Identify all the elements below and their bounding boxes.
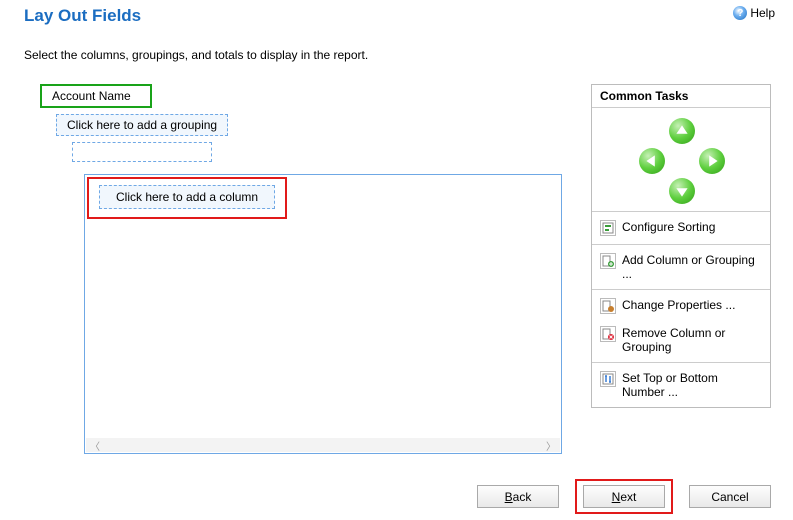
- horizontal-scrollbar[interactable]: 〈 〉: [86, 438, 560, 452]
- configure-sorting-label: Configure Sorting: [622, 220, 715, 234]
- add-column-highlight: Click here to add a column: [87, 177, 287, 219]
- help-link[interactable]: ? Help: [733, 6, 775, 20]
- back-button[interactable]: Back: [477, 485, 559, 508]
- move-down-button[interactable]: [669, 178, 695, 204]
- scroll-right-icon[interactable]: 〉: [546, 438, 556, 453]
- help-icon: ?: [733, 6, 747, 20]
- add-column-grouping-task[interactable]: Add Column or Grouping ...: [592, 247, 770, 287]
- change-properties-task[interactable]: Change Properties ...: [592, 292, 770, 320]
- arrow-down-icon: [675, 184, 689, 198]
- arrow-left-icon: [645, 154, 659, 168]
- remove-column-icon: [600, 326, 616, 342]
- arrow-right-icon: [705, 154, 719, 168]
- page-title: Lay Out Fields: [24, 6, 141, 26]
- scroll-left-icon[interactable]: 〈: [90, 438, 100, 453]
- sort-icon: [600, 220, 616, 236]
- cancel-button[interactable]: Cancel: [689, 485, 771, 508]
- next-button[interactable]: Next: [583, 485, 665, 508]
- next-highlight: Next: [575, 479, 673, 514]
- add-column-grouping-label: Add Column or Grouping ...: [622, 253, 762, 281]
- arrow-up-icon: [675, 124, 689, 138]
- account-name-field[interactable]: Account Name: [40, 84, 152, 108]
- help-label: Help: [750, 6, 775, 20]
- set-top-bottom-task[interactable]: Set Top or Bottom Number ...: [592, 365, 770, 405]
- remove-column-grouping-task[interactable]: Remove Column or Grouping: [592, 320, 770, 360]
- instruction-text: Select the columns, groupings, and total…: [0, 26, 793, 62]
- add-column-icon: [600, 253, 616, 269]
- move-up-button[interactable]: [669, 118, 695, 144]
- add-column-placeholder[interactable]: Click here to add a column: [99, 185, 275, 209]
- change-properties-label: Change Properties ...: [622, 298, 735, 312]
- common-tasks-panel: Common Tasks Configure Sorting: [591, 84, 771, 408]
- remove-column-grouping-label: Remove Column or Grouping: [622, 326, 762, 354]
- back-label-rest: ack: [513, 490, 532, 504]
- columns-canvas: Click here to add a column 〈 〉: [84, 174, 562, 454]
- configure-sorting-task[interactable]: Configure Sorting: [592, 214, 770, 242]
- arrow-pad: [592, 108, 770, 212]
- set-top-bottom-label: Set Top or Bottom Number ...: [622, 371, 762, 399]
- next-label-rest: ext: [620, 490, 636, 504]
- common-tasks-header: Common Tasks: [592, 85, 770, 108]
- top-bottom-icon: [600, 371, 616, 387]
- add-grouping-placeholder[interactable]: Click here to add a grouping: [56, 114, 228, 136]
- move-left-button[interactable]: [639, 148, 665, 174]
- move-right-button[interactable]: [699, 148, 725, 174]
- empty-grouping-slot[interactable]: [72, 142, 212, 162]
- properties-icon: [600, 298, 616, 314]
